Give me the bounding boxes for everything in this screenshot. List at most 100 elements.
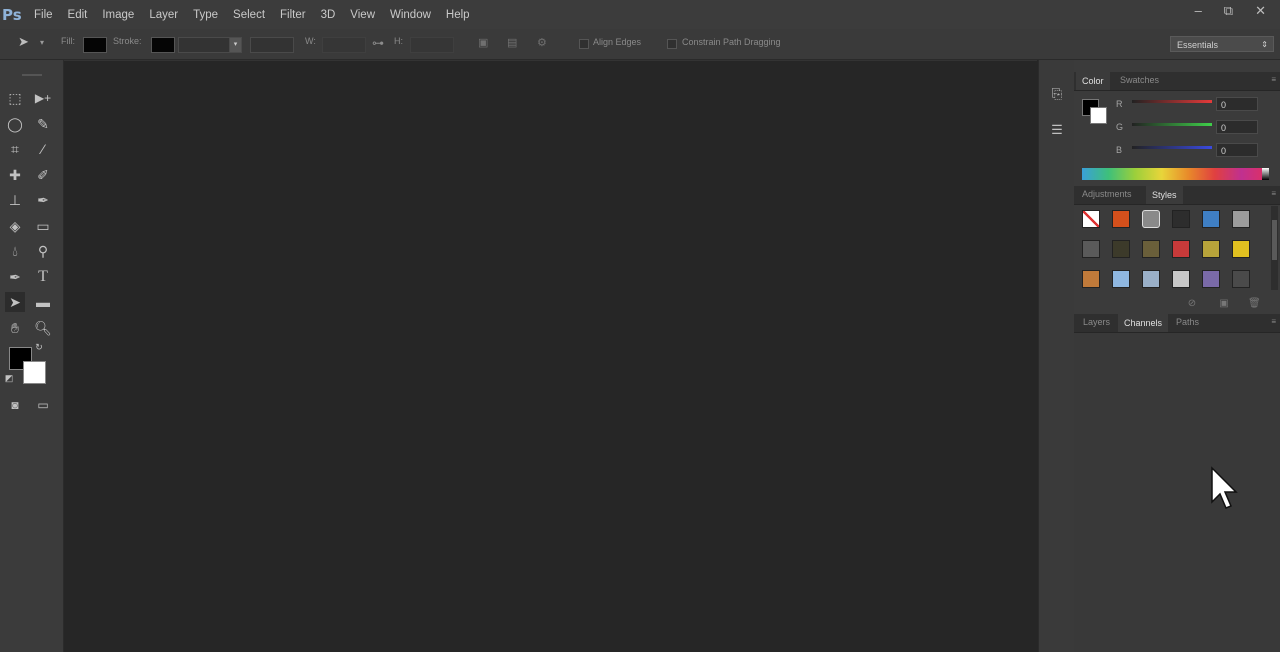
- channel-r-slider[interactable]: [1132, 100, 1212, 103]
- style-swatch[interactable]: [1202, 240, 1220, 258]
- color-panel-background[interactable]: [1090, 107, 1107, 124]
- workspace-switcher[interactable]: Essentials ⇕: [1170, 36, 1274, 52]
- tab-paths[interactable]: Paths: [1176, 317, 1199, 327]
- restore-button[interactable]: ⧉: [1224, 3, 1233, 19]
- eraser-tool-icon[interactable]: ◈: [5, 216, 25, 236]
- channel-g-value[interactable]: 0: [1216, 120, 1258, 134]
- menu-layer[interactable]: Layer: [149, 9, 178, 21]
- menu-select[interactable]: Select: [233, 9, 265, 21]
- path-selection-tool-icon[interactable]: ➤: [5, 292, 25, 312]
- align-edges-checkbox[interactable]: [579, 39, 589, 49]
- style-swatch[interactable]: [1082, 270, 1100, 288]
- style-swatch[interactable]: [1112, 210, 1130, 228]
- quick-selection-tool-icon[interactable]: ✎: [33, 114, 53, 134]
- tab-channels[interactable]: Channels: [1118, 314, 1169, 332]
- panel-menu-icon[interactable]: ≡: [1271, 317, 1276, 326]
- pen-tool-icon[interactable]: ✒: [5, 267, 25, 287]
- stroke-width-dropdown[interactable]: ▾: [229, 37, 242, 53]
- style-swatch[interactable]: [1172, 240, 1190, 258]
- panel-menu-icon[interactable]: ≡: [1271, 189, 1276, 198]
- tab-styles[interactable]: Styles: [1146, 186, 1183, 204]
- toolbar-grip[interactable]: [22, 74, 42, 76]
- history-brush-tool-icon[interactable]: ✒: [33, 190, 53, 210]
- history-panel-icon[interactable]: ⎘: [1047, 84, 1067, 104]
- style-swatch[interactable]: [1142, 270, 1160, 288]
- hand-tool-icon[interactable]: ✋︎: [5, 318, 25, 338]
- blur-tool-icon[interactable]: 💧︎: [5, 241, 25, 261]
- default-colors-icon[interactable]: ◩: [3, 372, 15, 384]
- clear-style-icon[interactable]: ⊘: [1186, 298, 1198, 310]
- delete-style-icon[interactable]: 🗑︎: [1248, 298, 1261, 310]
- path-arrangement-icon[interactable]: ⚙: [537, 37, 549, 49]
- brush-tool-icon[interactable]: ✐: [33, 165, 53, 185]
- background-color-swatch[interactable]: [23, 361, 46, 384]
- style-swatch[interactable]: [1232, 270, 1250, 288]
- tool-preset-dropdown-icon[interactable]: ▾: [40, 37, 52, 49]
- channel-g-slider[interactable]: [1132, 123, 1212, 126]
- crop-tool-icon[interactable]: ⌗: [5, 139, 25, 159]
- tab-swatches[interactable]: Swatches: [1120, 75, 1159, 85]
- clone-stamp-tool-icon[interactable]: ⊥: [5, 190, 25, 210]
- style-swatch[interactable]: [1112, 240, 1130, 258]
- style-swatch[interactable]: [1142, 210, 1160, 228]
- style-swatch[interactable]: [1142, 240, 1160, 258]
- close-button[interactable]: ✕: [1255, 3, 1266, 19]
- type-tool-icon[interactable]: T: [33, 267, 53, 287]
- menu-window[interactable]: Window: [390, 9, 431, 21]
- minimize-button[interactable]: –: [1195, 3, 1202, 19]
- new-style-icon[interactable]: ▣: [1218, 298, 1230, 310]
- path-select-tool-icon[interactable]: ➤: [18, 35, 30, 48]
- style-swatch[interactable]: [1172, 210, 1190, 228]
- black-white-ramp[interactable]: [1262, 168, 1269, 180]
- channel-b-slider[interactable]: [1132, 146, 1212, 149]
- eyedropper-tool-icon[interactable]: ⁄: [33, 139, 53, 159]
- menu-edit[interactable]: Edit: [68, 9, 88, 21]
- move-tool-icon[interactable]: ▶+: [33, 88, 53, 108]
- style-swatch[interactable]: [1082, 240, 1100, 258]
- menu-type[interactable]: Type: [193, 9, 218, 21]
- constrain-path-checkbox[interactable]: [667, 39, 677, 49]
- color-spectrum[interactable]: [1082, 168, 1268, 180]
- height-field[interactable]: [410, 37, 454, 53]
- style-swatch[interactable]: [1172, 270, 1190, 288]
- fill-swatch[interactable]: [83, 37, 107, 53]
- styles-scrollbar-thumb[interactable]: [1272, 220, 1277, 260]
- gradient-tool-icon[interactable]: ▭: [33, 216, 53, 236]
- screen-mode-icon[interactable]: ▭: [33, 395, 53, 415]
- tab-layers[interactable]: Layers: [1083, 317, 1110, 327]
- menu-filter[interactable]: Filter: [280, 9, 306, 21]
- tab-adjustments[interactable]: Adjustments: [1082, 189, 1132, 199]
- menu-image[interactable]: Image: [102, 9, 134, 21]
- lasso-tool-icon[interactable]: ◯: [5, 114, 25, 134]
- quick-mask-icon[interactable]: ◙: [5, 395, 25, 415]
- properties-panel-icon[interactable]: ☰: [1047, 120, 1067, 140]
- width-field[interactable]: [322, 37, 366, 53]
- channel-b-value[interactable]: 0: [1216, 143, 1258, 157]
- link-icon[interactable]: ⊶: [372, 37, 384, 49]
- style-swatch[interactable]: [1082, 210, 1100, 228]
- style-swatch[interactable]: [1112, 270, 1130, 288]
- menu-file[interactable]: File: [34, 9, 53, 21]
- channel-r-value[interactable]: 0: [1216, 97, 1258, 111]
- path-alignment-icon[interactable]: ▤: [507, 37, 519, 49]
- menu-view[interactable]: View: [350, 9, 375, 21]
- dodge-tool-icon[interactable]: ⚲: [33, 241, 53, 261]
- swap-colors-icon[interactable]: ↻: [33, 341, 45, 353]
- style-swatch[interactable]: [1232, 240, 1250, 258]
- path-operations-icon[interactable]: ▣: [478, 37, 490, 49]
- healing-brush-tool-icon[interactable]: ✚: [5, 165, 25, 185]
- rectangle-tool-icon[interactable]: ▬: [33, 292, 53, 312]
- stroke-swatch[interactable]: [151, 37, 175, 53]
- style-swatch[interactable]: [1202, 270, 1220, 288]
- menu-help[interactable]: Help: [446, 9, 470, 21]
- tab-color[interactable]: Color: [1076, 72, 1110, 90]
- canvas-area[interactable]: [64, 60, 1037, 652]
- panel-menu-icon[interactable]: ≡: [1271, 75, 1276, 84]
- zoom-tool-icon[interactable]: 🔍︎: [33, 318, 53, 338]
- style-swatch[interactable]: [1232, 210, 1250, 228]
- stroke-type-dropdown[interactable]: [250, 37, 294, 53]
- menu-3d[interactable]: 3D: [321, 9, 336, 21]
- style-swatch[interactable]: [1202, 210, 1220, 228]
- stroke-width-field[interactable]: [178, 37, 230, 53]
- marquee-tool-icon[interactable]: ⬚: [5, 88, 25, 108]
